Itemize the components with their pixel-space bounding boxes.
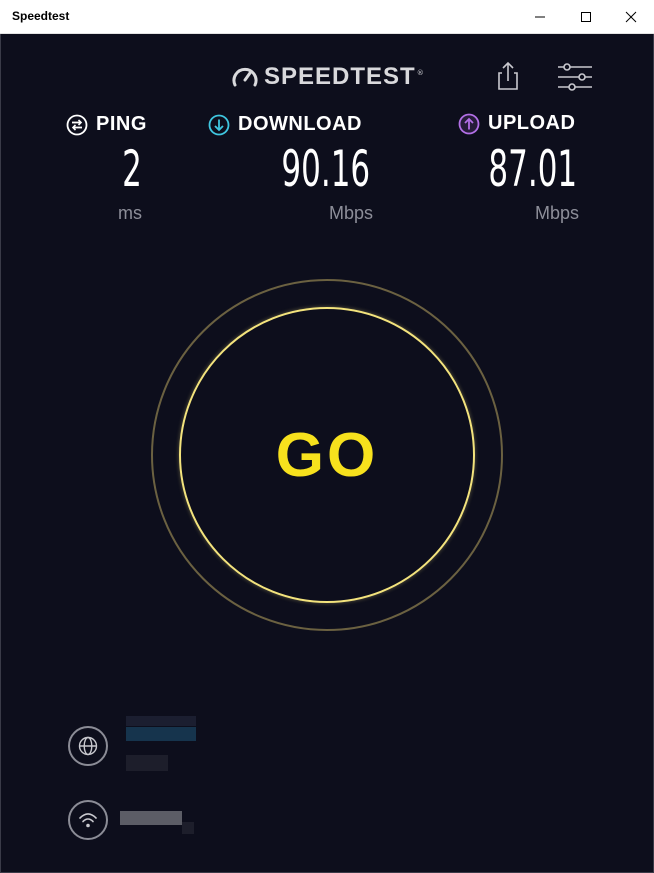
- ping-icon: [66, 114, 88, 135]
- network-name-redacted-tail: [182, 822, 194, 834]
- go-button[interactable]: GO: [179, 307, 475, 603]
- minimize-icon: [535, 16, 545, 17]
- logo-trademark: ®: [416, 69, 424, 77]
- network-name-redacted: [120, 811, 182, 825]
- speedtest-logo: SPEEDTEST ®: [231, 62, 424, 92]
- close-button[interactable]: [608, 0, 654, 33]
- go-label: GO: [275, 420, 379, 490]
- ping-value: 2: [122, 140, 142, 198]
- close-icon: [625, 11, 637, 22]
- ping-label: PING: [96, 113, 147, 135]
- share-button[interactable]: [493, 60, 523, 92]
- isp-globe-button[interactable]: [68, 726, 108, 766]
- download-metric: DOWNLOAD: [208, 113, 362, 136]
- upload-metric: UPLOAD: [458, 112, 575, 135]
- go-button-wrapper: GO: [151, 279, 503, 631]
- ping-metric: PING: [66, 113, 147, 136]
- wifi-icon: [79, 813, 97, 828]
- server-location-redacted: [126, 755, 168, 771]
- network-wifi-button[interactable]: [68, 800, 108, 840]
- upload-value: 87.01: [488, 140, 577, 198]
- globe-icon: [78, 736, 98, 756]
- settings-button[interactable]: [555, 62, 595, 92]
- download-value: 90.16: [281, 140, 370, 198]
- download-label: DOWNLOAD: [238, 113, 362, 135]
- download-arrow-icon: [208, 114, 230, 135]
- maximize-button[interactable]: [563, 0, 609, 33]
- maximize-icon: [581, 11, 591, 22]
- speedometer-icon: [232, 67, 258, 87]
- share-icon: [498, 61, 518, 90]
- minimize-button[interactable]: [517, 0, 563, 33]
- logo-text: SPEEDTEST: [264, 63, 416, 90]
- upload-label: UPLOAD: [488, 112, 576, 134]
- isp-name-redacted: [126, 727, 196, 741]
- ping-unit: ms: [118, 203, 142, 223]
- upload-unit: Mbps: [534, 203, 579, 223]
- download-unit: Mbps: [328, 203, 373, 223]
- title-bar: Speedtest: [0, 0, 654, 34]
- isp-name-redacted-top: [126, 716, 196, 726]
- sliders-icon: [558, 63, 592, 91]
- upload-arrow-icon: [458, 113, 480, 134]
- window-title: Speedtest: [12, 9, 70, 23]
